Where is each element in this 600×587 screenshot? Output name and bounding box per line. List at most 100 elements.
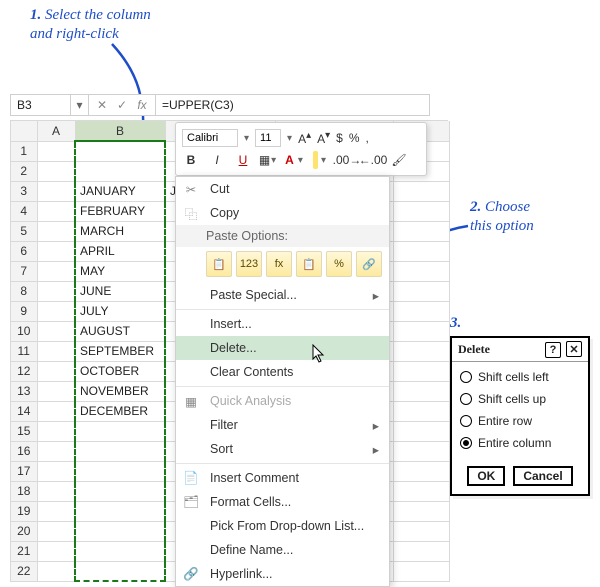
cell[interactable] [393,461,449,481]
cell[interactable] [393,501,449,521]
cell[interactable] [75,561,165,581]
cell[interactable] [393,241,449,261]
menu-filter[interactable]: Filter▸ [176,413,389,437]
cell[interactable] [393,201,449,221]
cell[interactable] [37,141,75,161]
row-header[interactable]: 15 [11,421,37,441]
comma-icon[interactable]: , [366,131,369,145]
dialog-cancel-button[interactable]: Cancel [513,466,572,486]
row-header[interactable]: 8 [11,281,37,301]
paste-option-3[interactable]: 📋 [296,251,322,277]
row-header[interactable]: 7 [11,261,37,281]
row-header[interactable]: 17 [11,461,37,481]
delete-option-0[interactable]: Shift cells left [460,366,580,388]
row-header[interactable]: 9 [11,301,37,321]
cell[interactable] [393,221,449,241]
cell[interactable] [37,501,75,521]
cell[interactable] [37,441,75,461]
cell[interactable] [37,341,75,361]
cell[interactable] [393,261,449,281]
row-header[interactable]: 10 [11,321,37,341]
menu-copy[interactable]: ⿻ Copy [176,201,389,225]
cell[interactable]: OCTOBER [75,361,165,381]
cell[interactable] [75,141,165,161]
menu-clear-contents[interactable]: Clear Contents [176,360,389,384]
menu-pick-from-list[interactable]: Pick From Drop-down List... [176,514,389,538]
menu-insert[interactable]: Insert... [176,312,389,336]
row-header[interactable]: 1 [11,141,37,161]
cell[interactable] [37,561,75,581]
increase-decimal-icon[interactable]: ←.00 [364,151,382,169]
cell[interactable] [37,481,75,501]
cell[interactable] [37,521,75,541]
cell[interactable] [37,261,75,281]
delete-option-2[interactable]: Entire row [460,410,580,432]
cell[interactable]: MARCH [75,221,165,241]
cell[interactable] [37,321,75,341]
font-name-input[interactable] [182,129,238,147]
paste-option-1[interactable]: 123 [236,251,262,277]
cell[interactable] [75,521,165,541]
dialog-close-button[interactable]: ✕ [566,341,582,357]
cell[interactable] [37,181,75,201]
font-size-input[interactable] [255,129,281,147]
cell[interactable] [37,221,75,241]
border-button[interactable]: ▦▾ [260,151,278,169]
italic-button[interactable]: I [208,151,226,169]
cell[interactable]: DECEMBER [75,401,165,421]
menu-sort[interactable]: Sort▸ [176,437,389,461]
cell[interactable] [75,441,165,461]
row-header[interactable]: 14 [11,401,37,421]
menu-cut[interactable]: ✂ Cut [176,177,389,201]
cell[interactable] [393,521,449,541]
row-header[interactable]: 22 [11,561,37,581]
cell[interactable] [37,301,75,321]
menu-paste-special[interactable]: Paste Special... ▸ [176,283,389,307]
row-header[interactable]: 5 [11,221,37,241]
cell[interactable] [37,161,75,181]
paste-option-5[interactable]: 🔗 [356,251,382,277]
delete-option-3[interactable]: Entire column [460,432,580,454]
menu-format-cells[interactable]: 🗂 Format Cells... [176,490,389,514]
cell[interactable] [393,481,449,501]
cell[interactable] [393,381,449,401]
cell[interactable] [393,421,449,441]
cell[interactable] [393,181,449,201]
cell[interactable] [37,201,75,221]
cell[interactable] [393,561,449,581]
name-box-dropdown[interactable]: ▾ [71,95,89,115]
cell[interactable]: APRIL [75,241,165,261]
cell[interactable]: JUNE [75,281,165,301]
cell[interactable] [75,161,165,181]
cancel-formula-icon[interactable]: ✕ [93,96,111,114]
cell[interactable] [75,421,165,441]
cell[interactable] [75,461,165,481]
cell[interactable] [393,341,449,361]
cell[interactable] [393,541,449,561]
row-header[interactable]: 21 [11,541,37,561]
cell[interactable]: JANUARY [75,181,165,201]
cell[interactable] [37,461,75,481]
cell[interactable] [393,361,449,381]
row-header[interactable]: 18 [11,481,37,501]
row-header[interactable]: 13 [11,381,37,401]
accept-formula-icon[interactable]: ✓ [113,96,131,114]
percent-icon[interactable]: % [349,131,360,145]
cell[interactable] [37,281,75,301]
currency-icon[interactable]: $ [336,131,343,145]
format-painter-icon[interactable]: 🖌 [390,151,408,169]
font-color-button[interactable]: A▾ [286,151,304,169]
cell[interactable] [37,401,75,421]
menu-hyperlink[interactable]: 🔗 Hyperlink... [176,562,389,586]
dialog-ok-button[interactable]: OK [467,466,505,486]
cell[interactable] [393,441,449,461]
cell[interactable] [37,241,75,261]
row-header[interactable]: 19 [11,501,37,521]
underline-button[interactable]: U [234,151,252,169]
name-box[interactable]: B3 [11,95,71,115]
row-header[interactable]: 12 [11,361,37,381]
cell[interactable]: SEPTEMBER [75,341,165,361]
menu-define-name[interactable]: Define Name... [176,538,389,562]
formula-input[interactable]: =UPPER(C3) [155,95,429,115]
cell[interactable] [37,381,75,401]
